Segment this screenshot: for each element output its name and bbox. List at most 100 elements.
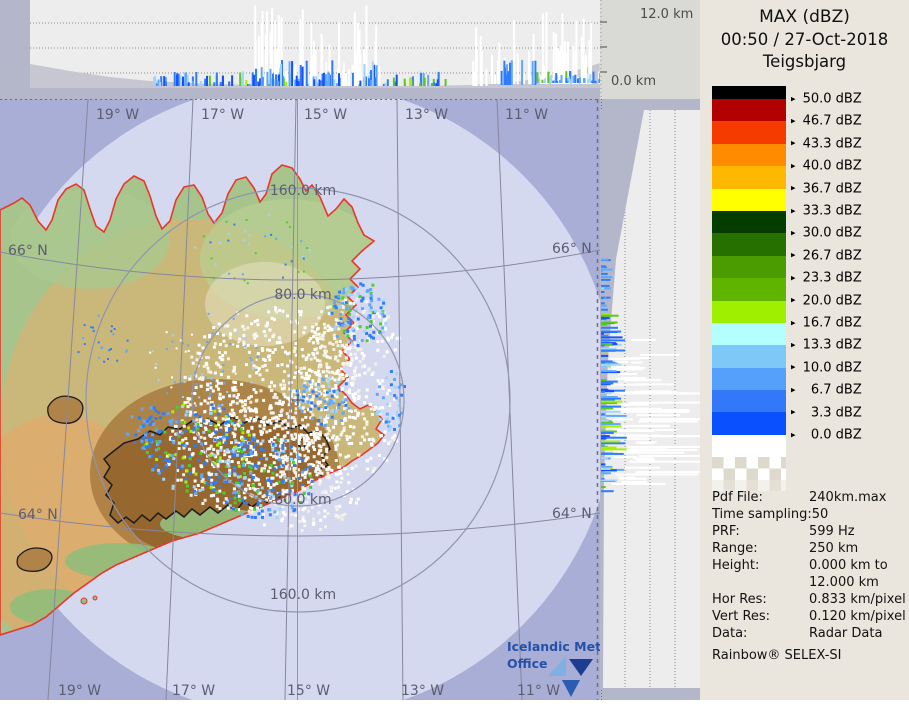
- metadata-label: Range:: [712, 540, 809, 557]
- timestamp: 00:50 / 27-Oct-2018: [700, 30, 909, 49]
- site-name: Teigsbjarg: [700, 52, 909, 71]
- map-canvas: 19° W17° W15° W13° W11° W19° W17° W15° W…: [0, 99, 600, 700]
- svg-text:64° N: 64° N: [18, 507, 58, 523]
- legend-swatch: [712, 166, 786, 188]
- tick-arrow-icon: ▸: [791, 184, 796, 194]
- metadata-row: Data:Radar Data: [712, 625, 906, 642]
- svg-text:Icelandic Met: Icelandic Met: [507, 639, 600, 654]
- legend-swatch: [712, 278, 786, 300]
- tick-arrow-icon: ▸: [791, 385, 796, 395]
- top-profile-panel: [0, 0, 600, 99]
- metadata-row: Hor Res:0.833 km/pixel: [712, 591, 906, 608]
- tick-arrow-icon: ▸: [791, 273, 796, 283]
- legend-swatch: [712, 144, 786, 166]
- tick-arrow-icon: ▸: [791, 251, 796, 261]
- legend-label: ▸3.3 dBZ: [791, 405, 862, 420]
- svg-text:19° W: 19° W: [96, 107, 139, 123]
- metadata-label: Hor Res:: [712, 591, 809, 608]
- svg-text:80.0 km: 80.0 km: [274, 492, 331, 508]
- metadata-row: Range:250 km: [712, 540, 906, 557]
- metadata-label: Height:: [712, 557, 809, 591]
- metadata-label: Vert Res:: [712, 608, 809, 625]
- svg-text:80.0 km: 80.0 km: [274, 287, 331, 303]
- tick-arrow-icon: ▸: [791, 94, 796, 104]
- metadata-label: Data:: [712, 625, 809, 642]
- metadata-row: Pdf File:240km.max: [712, 489, 906, 506]
- side-profile-canvas: [600, 99, 700, 700]
- left-column: 19° W17° W15° W13° W11° W19° W17° W15° W…: [0, 0, 600, 700]
- svg-text:17° W: 17° W: [172, 683, 215, 699]
- legend-swatch: [712, 256, 786, 278]
- metadata-value: 0.000 km to12.000 km: [809, 557, 888, 591]
- legend-label: ▸26.7 dBZ: [791, 248, 862, 263]
- svg-text:13° W: 13° W: [401, 683, 444, 699]
- metadata-row: Time sampling:50: [712, 506, 906, 523]
- radar-application-window: 19° W17° W15° W13° W11° W19° W17° W15° W…: [0, 0, 909, 700]
- svg-text:19° W: 19° W: [58, 683, 101, 699]
- top-profile-canvas: [0, 0, 600, 99]
- legend-swatch: [712, 121, 786, 143]
- legend-below-scale: [712, 435, 786, 457]
- height-scale-min-label: 0.0 km: [611, 74, 656, 89]
- legend-label: ▸16.7 dBZ: [791, 316, 862, 331]
- legend-label: ▸6.7 dBZ: [791, 383, 862, 398]
- height-scale-max-label: 12.0 km: [640, 7, 693, 22]
- legend-swatch: [712, 233, 786, 255]
- metadata-label: Time sampling:: [712, 506, 812, 523]
- legend-swatch: [712, 86, 786, 99]
- legend-swatch: [712, 99, 786, 121]
- metadata-value: Radar Data: [809, 625, 882, 642]
- svg-text:15° W: 15° W: [304, 107, 347, 123]
- svg-text:66° N: 66° N: [552, 241, 592, 257]
- svg-text:160.0 km: 160.0 km: [270, 183, 336, 199]
- legend-swatch: [712, 390, 786, 412]
- main-map: 19° W17° W15° W13° W11° W19° W17° W15° W…: [0, 99, 600, 700]
- legend-label: ▸40.0 dBZ: [791, 159, 862, 174]
- metadata-value: 250 km: [809, 540, 858, 557]
- svg-text:17° W: 17° W: [201, 107, 244, 123]
- metadata-label: Pdf File:: [712, 489, 809, 506]
- legend-label: ▸0.0 dBZ: [791, 428, 862, 443]
- tick-arrow-icon: ▸: [791, 228, 796, 238]
- tick-arrow-icon: ▸: [791, 116, 796, 126]
- legend-label: ▸20.0 dBZ: [791, 293, 862, 308]
- legend-swatch: [712, 301, 786, 323]
- legend-swatch: [712, 368, 786, 390]
- metadata-row: Vert Res:0.120 km/pixel: [712, 608, 906, 625]
- brand-text: Rainbow® SELEX-SI: [712, 647, 906, 664]
- legend-label: ▸30.0 dBZ: [791, 226, 862, 241]
- metadata-value: 50: [812, 506, 829, 523]
- height-scale: 12.0 km 0.0 km: [600, 0, 700, 99]
- tick-arrow-icon: ▸: [791, 139, 796, 149]
- legend-swatch: [712, 345, 786, 367]
- legend-swatch: [712, 189, 786, 211]
- metadata-value: 599 Hz: [809, 523, 855, 540]
- metadata-block: Pdf File:240km.maxTime sampling:50PRF:59…: [712, 489, 906, 664]
- side-profile-panel: [600, 99, 700, 700]
- sidebar: MAX (dBZ) 00:50 / 27-Oct-2018 Teigsbjarg…: [700, 0, 909, 700]
- tick-arrow-icon: ▸: [791, 318, 796, 328]
- metadata-row: Height:0.000 km to12.000 km: [712, 557, 906, 591]
- svg-text:64° N: 64° N: [552, 506, 592, 522]
- metadata-value: 0.120 km/pixel: [809, 608, 906, 625]
- svg-text:66° N: 66° N: [8, 243, 48, 259]
- svg-text:11° W: 11° W: [517, 683, 560, 699]
- legend-swatch: [712, 323, 786, 345]
- legend-label: ▸36.7 dBZ: [791, 181, 862, 196]
- legend-swatch: [712, 412, 786, 434]
- tick-arrow-icon: ▸: [791, 296, 796, 306]
- legend-label: ▸50.0 dBZ: [791, 92, 862, 107]
- tick-arrow-icon: ▸: [791, 340, 796, 350]
- legend-swatch: [712, 211, 786, 233]
- tick-arrow-icon: ▸: [791, 408, 796, 418]
- product-title: MAX (dBZ): [700, 7, 909, 27]
- legend-transparency-checker: [712, 457, 786, 480]
- svg-text:Office: Office: [507, 656, 547, 671]
- legend-label: ▸10.0 dBZ: [791, 360, 862, 375]
- metadata-value: 0.833 km/pixel: [809, 591, 906, 608]
- legend-color-bar: [712, 86, 786, 492]
- tick-arrow-icon: ▸: [791, 430, 796, 440]
- metadata-value: 240km.max: [809, 489, 886, 506]
- svg-text:160.0 km: 160.0 km: [270, 587, 336, 603]
- legend-label: ▸43.3 dBZ: [791, 136, 862, 151]
